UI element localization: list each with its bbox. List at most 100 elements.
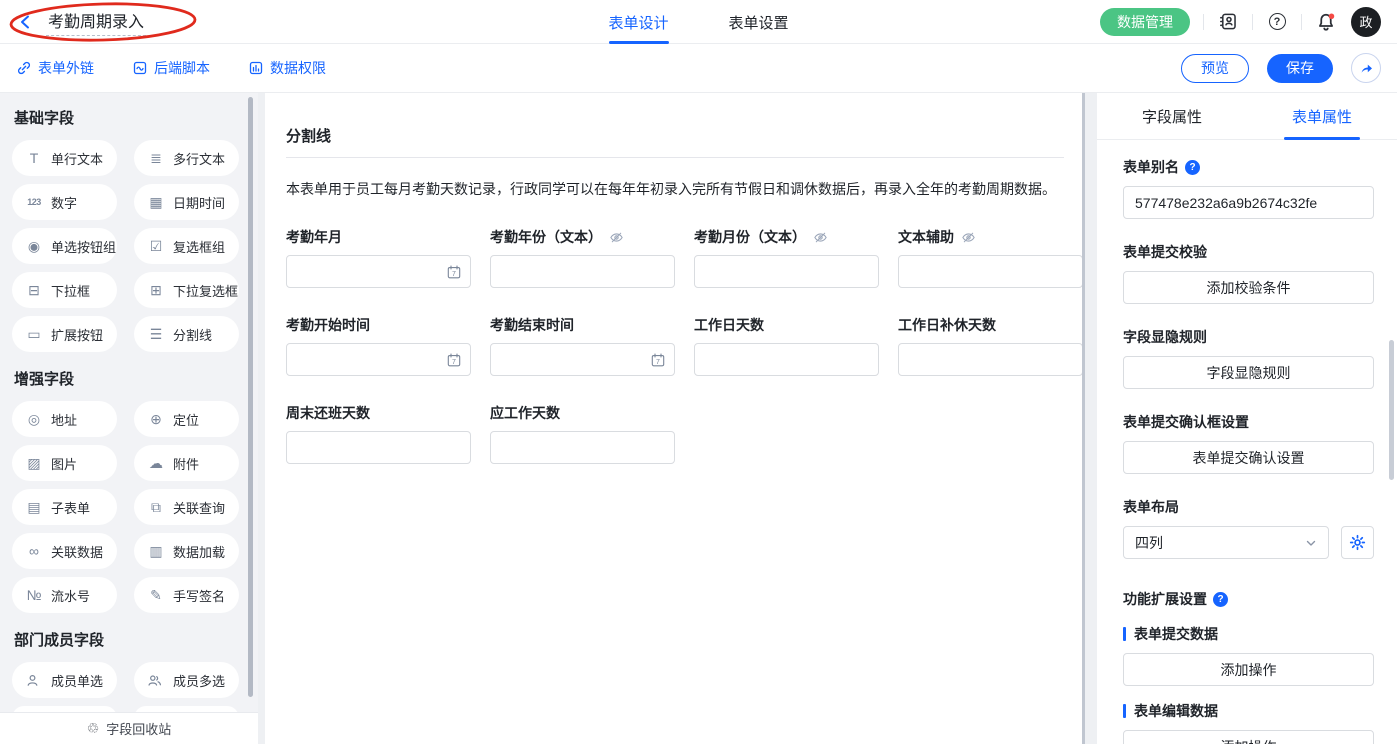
pill-linked-data[interactable]: ∞关联数据: [12, 533, 117, 569]
field-recycle-bin[interactable]: ♲ 字段回收站: [0, 712, 258, 744]
pill-datetime[interactable]: ▦日期时间: [134, 184, 239, 220]
tab-form-settings[interactable]: 表单设置: [729, 0, 789, 44]
submit-data-add-action-button[interactable]: 添加操作: [1123, 653, 1374, 686]
pill-single-line-text[interactable]: T单行文本: [12, 140, 117, 176]
field-visibility-label: 字段显隐规则: [1123, 327, 1377, 347]
share-icon: [1358, 60, 1374, 76]
extension-help-icon[interactable]: ?: [1213, 592, 1228, 607]
form-alias-input[interactable]: [1123, 186, 1374, 219]
select-icon: ⊟: [25, 282, 43, 299]
pill-multi-line-text[interactable]: ≣多行文本: [134, 140, 239, 176]
layout-settings-button[interactable]: [1341, 526, 1374, 559]
app-header: 考勤周期录入 表单设计 表单设置 数据管理 ?: [0, 0, 1397, 44]
canvas-field-attendance-year-text[interactable]: 考勤年份（文本）: [490, 227, 675, 288]
calendar-icon: 7: [446, 352, 462, 368]
canvas-field-attendance-start-time[interactable]: 考勤开始时间 7: [286, 315, 471, 376]
address-icon: ◎: [25, 411, 43, 428]
pill-select[interactable]: ⊟下拉框: [12, 272, 117, 308]
pill-attachment[interactable]: ☁附件: [134, 445, 239, 481]
field-visibility-button[interactable]: 字段显隐规则: [1123, 356, 1374, 389]
field-input[interactable]: 7: [286, 343, 471, 376]
form-layout-select[interactable]: 四列: [1123, 526, 1329, 559]
submit-confirm-label: 表单提交确认框设置: [1123, 412, 1377, 432]
subform-icon: ▤: [25, 499, 43, 516]
canvas-field-expected-workdays[interactable]: 应工作天数: [490, 403, 675, 464]
divider: [1203, 14, 1204, 30]
canvas-scrollbar[interactable]: [1082, 93, 1085, 744]
canvas-field-attendance-end-time[interactable]: 考勤结束时间 7: [490, 315, 675, 376]
form-alias-label: 表单别名 ?: [1123, 157, 1377, 177]
backend-script-link[interactable]: 后端脚本: [132, 58, 210, 78]
pill-serial-number[interactable]: №流水号: [12, 577, 117, 613]
tab-field-properties[interactable]: 字段属性: [1097, 93, 1247, 139]
avatar[interactable]: 政: [1351, 7, 1381, 37]
bell-icon[interactable]: [1315, 11, 1337, 33]
share-button[interactable]: [1351, 53, 1381, 83]
form-title[interactable]: 考勤周期录入: [46, 8, 146, 36]
edit-data-add-action-button[interactable]: 添加操作: [1123, 730, 1374, 744]
preview-button[interactable]: 预览: [1181, 54, 1249, 83]
back-icon[interactable]: [16, 12, 36, 32]
save-button[interactable]: 保存: [1267, 54, 1333, 83]
member-multi-icon: [147, 673, 165, 688]
alias-help-icon[interactable]: ?: [1185, 160, 1200, 175]
panel-scrollbar[interactable]: [1389, 340, 1394, 480]
accent-bar: [1123, 704, 1126, 718]
form-description[interactable]: 本表单用于员工每月考勤天数记录，行政同学可以在每年年初录入完所有节假日和调休数据…: [286, 179, 1064, 199]
field-input[interactable]: [694, 343, 879, 376]
canvas-field-weekend-makeup[interactable]: 周末还班天数: [286, 403, 471, 464]
add-validation-button[interactable]: 添加校验条件: [1123, 271, 1374, 304]
field-input[interactable]: [286, 431, 471, 464]
gear-icon: [1349, 534, 1366, 551]
divider-field-title[interactable]: 分割线: [286, 125, 1064, 146]
pill-multi-select[interactable]: ⊞下拉复选框: [134, 272, 239, 308]
tab-form-design[interactable]: 表单设计: [608, 0, 668, 44]
pill-member-multi[interactable]: 成员多选: [134, 662, 239, 698]
pill-address[interactable]: ◎地址: [12, 401, 117, 437]
section-title-basic-fields: 基础字段: [14, 107, 258, 128]
pill-location[interactable]: ⊕定位: [134, 401, 239, 437]
divider-field-line: [286, 157, 1064, 158]
pill-checkbox-group[interactable]: ☑复选框组: [134, 228, 239, 264]
multi-line-text-icon: ≣: [147, 150, 165, 167]
submit-confirm-button[interactable]: 表单提交确认设置: [1123, 441, 1374, 474]
field-input[interactable]: 7: [490, 343, 675, 376]
field-input[interactable]: [490, 255, 675, 288]
pill-divider[interactable]: ☰分割线: [134, 316, 239, 352]
form-external-link[interactable]: 表单外链: [16, 58, 94, 78]
field-input[interactable]: [694, 255, 879, 288]
radio-group-icon: ◉: [25, 238, 43, 255]
svg-text:7: 7: [452, 271, 456, 278]
form-layout-label: 表单布局: [1123, 497, 1377, 517]
checkbox-group-icon: ☑: [147, 238, 165, 255]
pill-linked-query[interactable]: ⧉关联查询: [134, 489, 239, 525]
canvas-field-attendance-month[interactable]: 考勤年月 7: [286, 227, 471, 288]
link-icon: [16, 60, 32, 76]
linked-data-icon: ∞: [25, 543, 43, 559]
pill-member-single[interactable]: 成员单选: [12, 662, 117, 698]
tab-form-properties[interactable]: 表单属性: [1247, 93, 1397, 139]
data-permission-link[interactable]: 数据权限: [248, 58, 326, 78]
field-input[interactable]: [490, 431, 675, 464]
canvas-field-attendance-month-text[interactable]: 考勤月份（文本）: [694, 227, 879, 288]
pill-image[interactable]: ▨图片: [12, 445, 117, 481]
field-input[interactable]: [898, 255, 1083, 288]
canvas-field-text-helper[interactable]: 文本辅助: [898, 227, 1083, 288]
sidebar-scrollbar[interactable]: [248, 97, 253, 697]
pill-data-load[interactable]: ▥数据加载: [134, 533, 239, 569]
canvas-field-workday-count[interactable]: 工作日天数: [694, 315, 879, 376]
field-input[interactable]: [898, 343, 1083, 376]
field-input[interactable]: 7: [286, 255, 471, 288]
help-icon[interactable]: ?: [1266, 11, 1288, 33]
notification-dot: [1329, 13, 1335, 19]
canvas-field-workday-comp-rest[interactable]: 工作日补休天数: [898, 315, 1083, 376]
recycle-icon: ♲: [87, 720, 100, 737]
pill-extension-button[interactable]: ▭扩展按钮: [12, 316, 117, 352]
pill-radio-group[interactable]: ◉单选按钮组: [12, 228, 117, 264]
pill-signature[interactable]: ✎手写签名: [134, 577, 239, 613]
data-manage-button[interactable]: 数据管理: [1100, 8, 1190, 36]
pill-subform[interactable]: ▤子表单: [12, 489, 117, 525]
pill-number[interactable]: 123数字: [12, 184, 117, 220]
contacts-icon[interactable]: [1217, 11, 1239, 33]
svg-text:7: 7: [656, 359, 660, 366]
